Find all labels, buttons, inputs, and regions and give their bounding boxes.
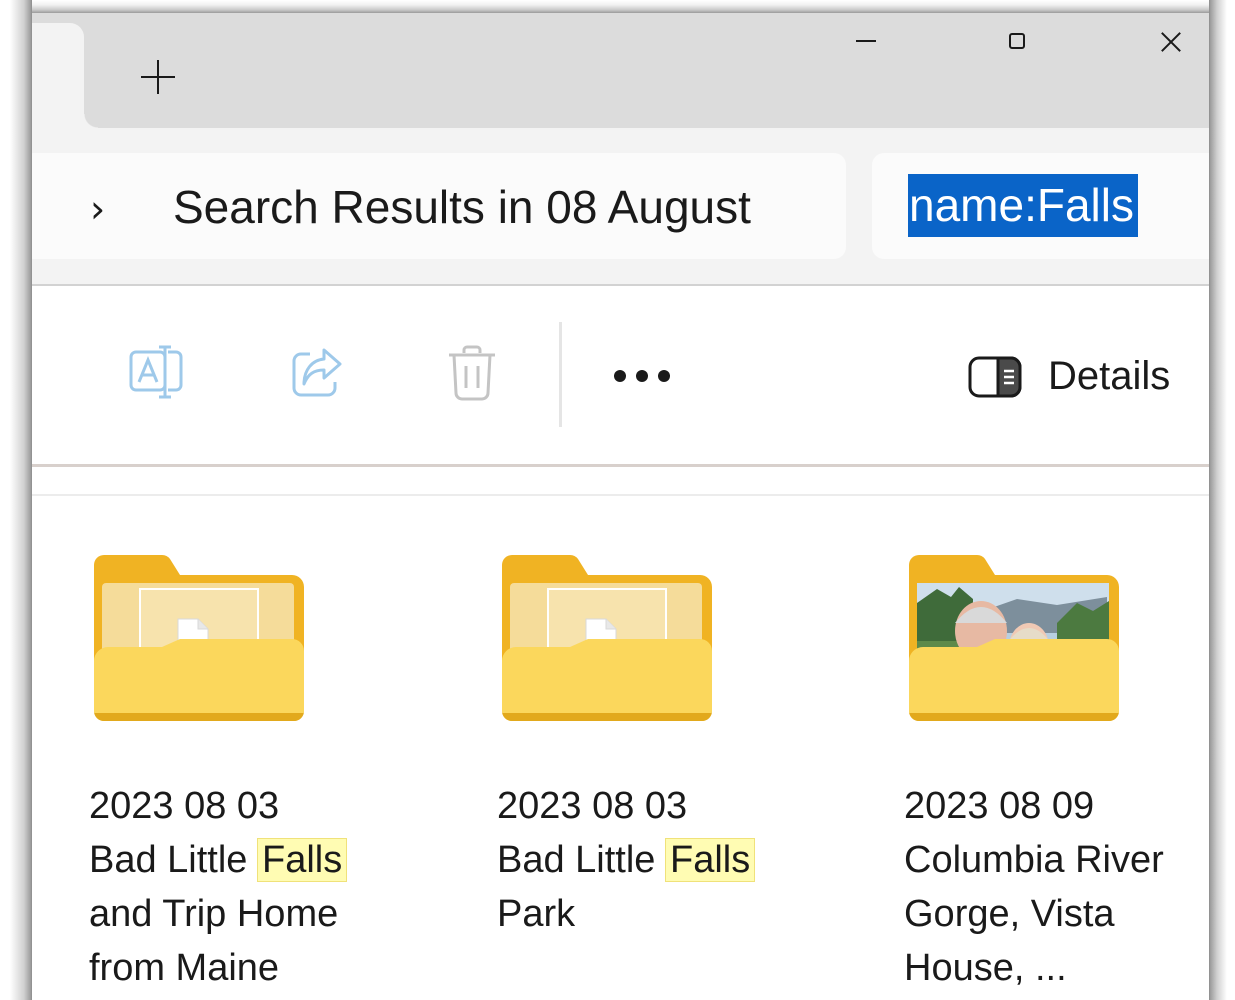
item-name-part: Bad Little — [497, 839, 666, 881]
result-item-name: 2023 08 03 Bad Little Falls Park — [497, 779, 797, 941]
folder-icon — [94, 555, 304, 721]
close-icon[interactable] — [1160, 31, 1182, 53]
more-options-icon[interactable] — [614, 370, 674, 384]
item-date: 2023 08 03 — [89, 785, 280, 827]
header-divider — [32, 494, 1209, 496]
result-item-name: 2023 08 03 Bad Little Falls and Trip Hom… — [89, 779, 389, 995]
command-bar: Details — [32, 286, 1209, 467]
share-icon[interactable] — [290, 346, 344, 400]
details-button[interactable]: Details — [1048, 354, 1170, 399]
title-bar — [32, 13, 1209, 128]
item-name-part: and Trip Home from Maine — [89, 893, 339, 989]
active-tab[interactable] — [32, 23, 98, 128]
new-tab-icon[interactable] — [138, 57, 178, 97]
item-date: 2023 08 09 — [904, 785, 1095, 827]
minimize-icon[interactable] — [856, 40, 876, 42]
item-name-part: Bad Little — [89, 839, 258, 881]
command-bar-separator — [559, 322, 562, 427]
item-name-part: Park — [497, 893, 576, 935]
file-explorer-window: › Search Results in 08 August name:Falls — [32, 13, 1209, 1000]
search-match-highlight: Falls — [664, 838, 756, 882]
chevron-right-icon[interactable]: › — [90, 190, 105, 228]
item-date: 2023 08 03 — [497, 785, 688, 827]
breadcrumb-label[interactable]: Search Results in 08 August — [173, 180, 751, 234]
rename-icon[interactable] — [128, 344, 186, 402]
delete-icon[interactable] — [446, 344, 498, 402]
search-match-highlight: Falls — [256, 838, 348, 882]
window-shadow-left — [0, 0, 32, 1000]
maximize-icon[interactable] — [1009, 33, 1025, 49]
details-pane-icon[interactable] — [968, 356, 1022, 398]
folder-photo-thumbnail — [909, 555, 1119, 721]
folder-icon — [502, 555, 712, 721]
item-name-part: Columbia River Gorge, Vista House, ... — [904, 839, 1164, 989]
search-query-text[interactable]: name:Falls — [908, 174, 1138, 237]
window-shadow-right — [1209, 0, 1235, 1000]
address-bar-area: › Search Results in 08 August name:Falls — [32, 128, 1209, 286]
window-shadow-top — [0, 0, 1235, 13]
result-item-name: 2023 08 09 Columbia River Gorge, Vista H… — [904, 779, 1174, 995]
